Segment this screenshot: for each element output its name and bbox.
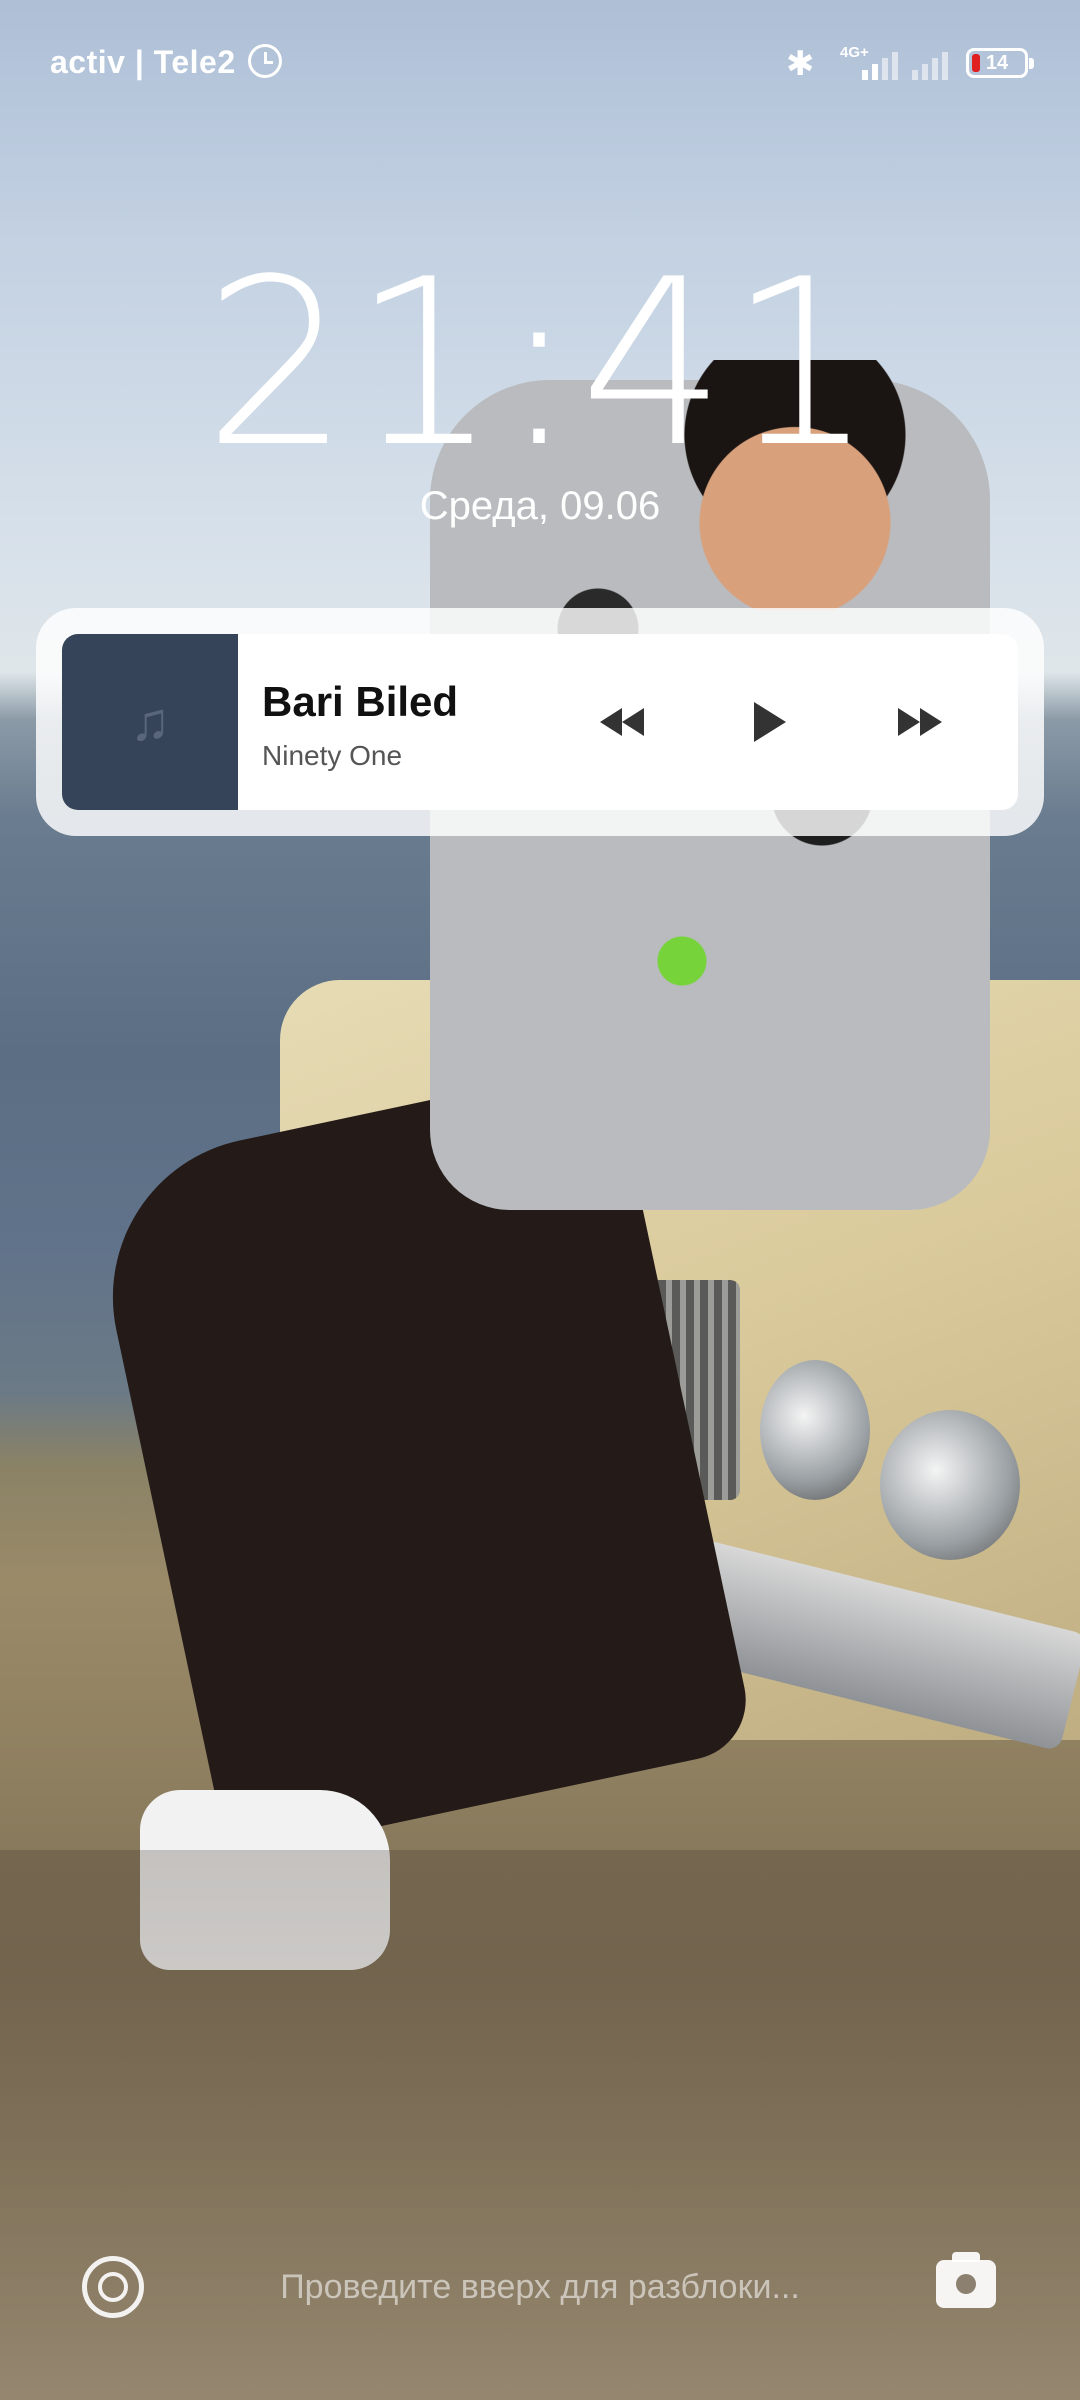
unlock-hint: Проведите вверх для разблоки... xyxy=(280,2268,800,2306)
wallpaper-headlight xyxy=(760,1360,870,1500)
album-art: ♫ xyxy=(62,634,238,810)
track-artist: Ninety One xyxy=(262,740,403,771)
next-track-button[interactable] xyxy=(880,690,960,754)
lock-screen: activ | Tele2 ✱ 4G+ 14 21:41 Среда, 09.0… xyxy=(0,0,1080,2400)
bluetooth-icon: ✱ xyxy=(786,45,815,83)
battery-icon: 14 xyxy=(966,48,1034,78)
battery-level: 14 xyxy=(985,51,1009,74)
camera-icon[interactable] xyxy=(936,2252,996,2308)
alarm-clock-icon xyxy=(248,44,282,78)
music-note-icon: ♫ xyxy=(129,692,171,752)
play-icon xyxy=(754,702,786,742)
track-title: Bari Biled xyxy=(262,678,459,725)
signal-strength-icon-sim2 xyxy=(912,48,948,80)
previous-track-button[interactable] xyxy=(582,690,662,754)
lockscreen-bottom-bar: Проведите вверх для разблоки... xyxy=(0,2240,1080,2340)
music-widget[interactable]: ♫ Bari Biled Ninety One xyxy=(62,634,1018,810)
next-track-icon xyxy=(898,708,920,736)
carrier-label: activ | Tele2 xyxy=(50,44,236,80)
signal-strength-icon xyxy=(862,48,898,80)
status-bar: activ | Tele2 ✱ 4G+ 14 xyxy=(0,0,1080,130)
play-button[interactable] xyxy=(730,690,810,754)
wallpaper-headlight xyxy=(880,1410,1020,1560)
previous-track-icon xyxy=(600,708,622,736)
lockscreen-clock: 21:41 xyxy=(203,231,877,498)
lockscreen-date: Среда, 09.06 xyxy=(419,484,661,528)
